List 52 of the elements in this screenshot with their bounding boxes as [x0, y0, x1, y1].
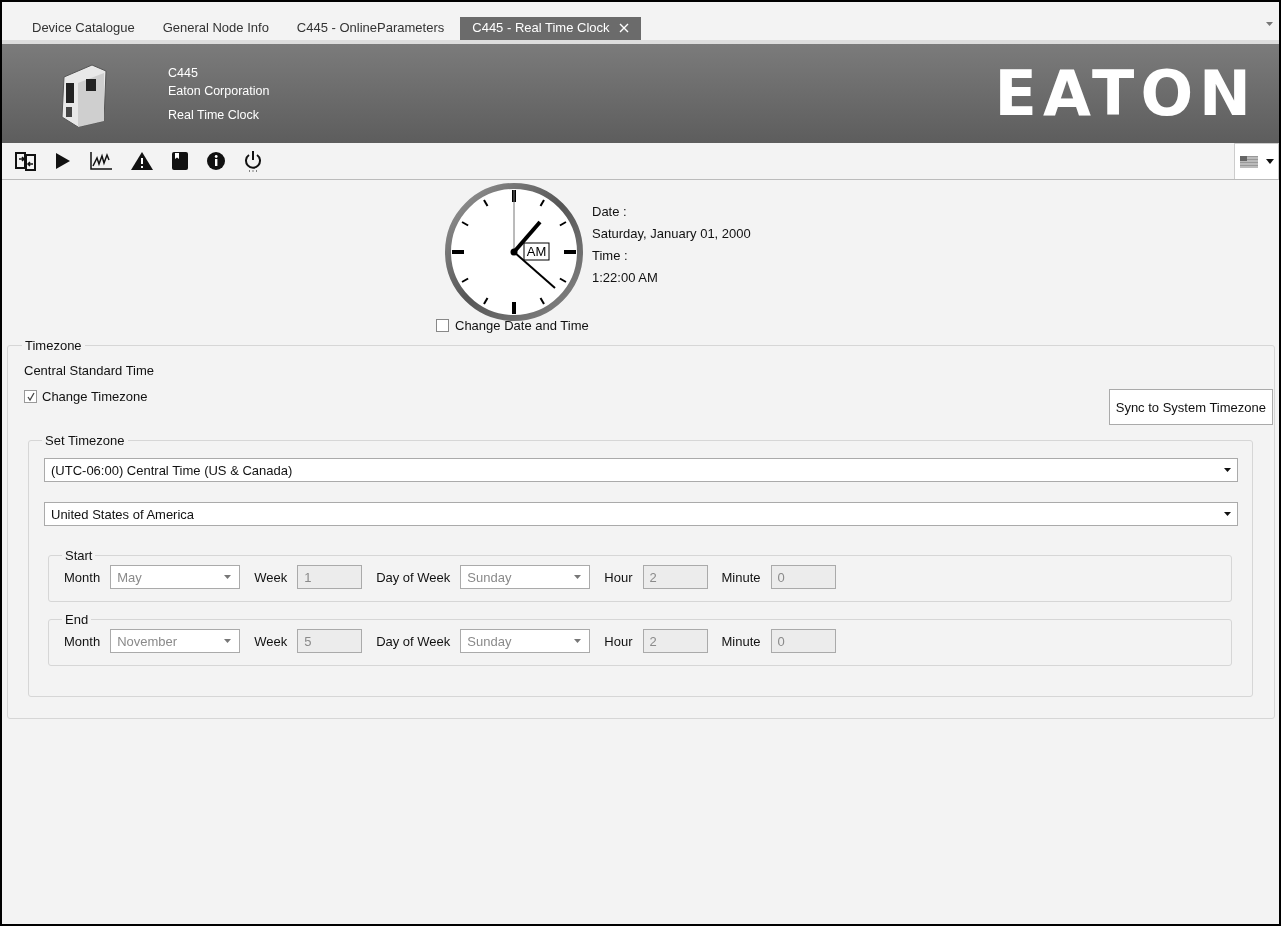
checkbox[interactable]	[436, 319, 449, 332]
device-name: C445	[168, 65, 199, 80]
caret-icon	[224, 575, 232, 579]
group-title: End	[64, 612, 90, 627]
vendor-name: Eaton Corporation	[168, 83, 270, 98]
field-label: Month	[64, 569, 101, 585]
time-label: Time :	[592, 248, 629, 263]
caret-icon	[1224, 512, 1231, 516]
caret-icon	[1266, 159, 1274, 164]
group-title: Timezone	[24, 338, 83, 353]
logo: EATON	[994, 62, 1257, 125]
caret-icon	[574, 575, 582, 579]
flag-icon	[1240, 155, 1258, 168]
group-title: Set Timezone	[44, 433, 126, 448]
book-icon[interactable]	[171, 151, 189, 171]
date-label: Date :	[592, 204, 628, 219]
group-title: Start	[64, 548, 94, 563]
field-label: Month	[64, 633, 101, 649]
timezone-dropdown[interactable]: (UTC-06:00) Central Time (US & Canada)	[44, 458, 1238, 482]
field-label: Day of Week	[376, 633, 451, 649]
region-dropdown[interactable]: United States of America	[44, 502, 1238, 526]
tab[interactable]: General Node Info	[150, 17, 281, 40]
transfer-icon[interactable]	[15, 151, 37, 171]
field-label: Minute	[721, 569, 761, 585]
power-icon[interactable]	[243, 150, 263, 172]
language-dropdown[interactable]	[1234, 143, 1279, 179]
play-icon[interactable]	[54, 151, 72, 171]
field-label: Week	[254, 633, 288, 649]
clock-drawing: AM	[444, 182, 584, 322]
close-icon[interactable]	[618, 22, 629, 33]
tab[interactable]: Device Catalogue	[20, 17, 147, 40]
tab[interactable]: C445 - Real Time Clock	[460, 17, 641, 40]
field-label: Minute	[721, 633, 761, 649]
caret-icon	[224, 639, 232, 643]
field-label: Day of Week	[376, 569, 451, 585]
warning-icon[interactable]	[130, 151, 154, 171]
caret-icon[interactable]	[1266, 22, 1273, 26]
page-title: Real Time Clock	[168, 107, 260, 122]
field-label: Hour	[604, 633, 633, 649]
caret-icon	[1224, 468, 1231, 472]
date-value: Saturday, January 01, 2000	[592, 226, 751, 241]
checkbox-label: Change Timezone	[42, 389, 148, 404]
line-chart-icon[interactable]	[89, 151, 113, 171]
sync-button[interactable]: Sync to System Timezone	[1108, 389, 1273, 425]
current-timezone: Central Standard Time	[24, 363, 155, 378]
checkbox[interactable]	[24, 390, 37, 403]
field-label: Week	[254, 569, 288, 585]
info-icon[interactable]	[206, 151, 226, 171]
caret-icon	[574, 639, 582, 643]
time-value: 1:22:00 AM	[592, 270, 659, 285]
field-label: Hour	[604, 569, 633, 585]
tab[interactable]: C445 - OnlineParameters	[284, 17, 457, 40]
